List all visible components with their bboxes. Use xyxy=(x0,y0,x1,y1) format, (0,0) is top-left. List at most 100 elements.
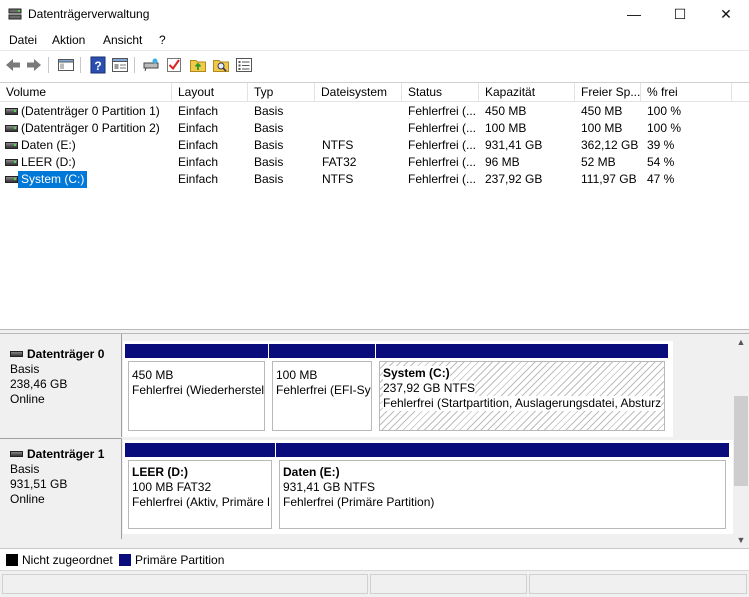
partition-body-selected: System (C:) 237,92 GB NTFS Fehlerfrei (S… xyxy=(379,361,665,431)
properties-icon[interactable] xyxy=(111,56,129,74)
volume-name: (Datenträger 0 Partition 1) xyxy=(21,104,160,118)
toolbar-separator xyxy=(134,57,135,73)
partition-body: LEER (D:) 100 MB FAT32 Fehlerfrei (Aktiv… xyxy=(128,460,272,529)
partition-size: 450 MB xyxy=(132,368,174,382)
partition-efi[interactable]: 100 MB Fehlerfrei (EFI-Sys xyxy=(269,344,375,434)
volume-name: (Datenträger 0 Partition 2) xyxy=(21,121,160,135)
partition-name: Daten (E:) xyxy=(283,465,340,479)
partition-status: Fehlerfrei (Primäre Partition) xyxy=(283,495,435,509)
help-icon[interactable]: ? xyxy=(89,56,107,74)
volume-fs: FAT32 xyxy=(322,155,357,169)
minimize-icon: — xyxy=(627,6,641,22)
partition-bar xyxy=(269,344,375,358)
volume-typ: Basis xyxy=(254,104,284,118)
column-dateisystem[interactable]: Dateisystem xyxy=(315,83,402,102)
volume-capacity: 237,92 GB xyxy=(485,172,543,186)
maximize-button[interactable]: ☐ xyxy=(657,0,703,30)
maximize-icon: ☐ xyxy=(673,6,687,22)
toolbar: ? xyxy=(0,50,749,80)
volume-fs: NTFS xyxy=(322,172,354,186)
partition-name: LEER (D:) xyxy=(132,465,188,479)
partition-daten-e[interactable]: Daten (E:) 931,41 GB NTFS Fehlerfrei (Pr… xyxy=(276,443,729,532)
partition-leer-d[interactable]: LEER (D:) 100 MB FAT32 Fehlerfrei (Aktiv… xyxy=(125,443,275,532)
partition-size: 931,41 GB NTFS xyxy=(283,480,376,494)
column-typ[interactable]: Typ xyxy=(248,83,315,102)
menu-ansicht[interactable]: Ansicht xyxy=(103,33,142,47)
volume-fs: NTFS xyxy=(322,138,354,152)
connect-icon[interactable] xyxy=(142,56,160,74)
column-status[interactable]: Status xyxy=(402,83,479,102)
volume-percent-free: 39 % xyxy=(647,138,675,152)
status-segment xyxy=(2,574,368,594)
volume-icon xyxy=(5,159,18,166)
volume-layout: Einfach xyxy=(178,121,219,135)
console-tree-icon[interactable] xyxy=(57,56,75,74)
forward-icon[interactable] xyxy=(25,56,43,74)
disk-type: Basis xyxy=(10,462,40,476)
menu-bar: Datei Aktion Ansicht ? xyxy=(0,30,749,50)
partition-status: Fehlerfrei (Startpartition, Auslagerungs… xyxy=(383,396,662,411)
column-prozent-frei[interactable]: % frei xyxy=(641,83,732,102)
list-view-icon[interactable] xyxy=(235,56,253,74)
volume-status: Fehlerfrei (... xyxy=(408,138,477,152)
disk-icon xyxy=(10,451,23,457)
volume-percent-free: 100 % xyxy=(647,104,682,118)
partition-bar xyxy=(276,443,729,457)
disk-name: Datenträger 1 xyxy=(27,447,105,461)
column-freier-speicher[interactable]: Freier Sp... xyxy=(575,83,641,102)
partition-status: Fehlerfrei (Wiederherstel xyxy=(132,383,265,397)
status-segment xyxy=(529,574,747,594)
column-kapazitaet[interactable]: Kapazität xyxy=(479,83,575,102)
volume-layout: Einfach xyxy=(178,155,219,169)
volume-list-header: Volume Layout Typ Dateisystem Status Kap… xyxy=(0,83,749,102)
disk-view-scrollbar[interactable]: ▲ ▼ xyxy=(733,334,749,548)
disk-0-label[interactable]: Datenträger 0 Basis 238,46 GB Online xyxy=(0,334,122,437)
scroll-up-icon[interactable]: ▲ xyxy=(733,334,749,350)
close-button[interactable]: ✕ xyxy=(703,0,749,30)
disk-size: 238,46 GB xyxy=(10,377,68,391)
disk-management-app-icon xyxy=(8,8,22,20)
volume-layout: Einfach xyxy=(178,138,219,152)
search-folder-icon[interactable] xyxy=(212,56,230,74)
check-icon[interactable] xyxy=(165,56,183,74)
volume-row[interactable]: Daten (E:) Einfach Basis NTFS Fehlerfrei… xyxy=(0,137,749,154)
partition-recovery[interactable]: 450 MB Fehlerfrei (Wiederherstel xyxy=(125,344,268,434)
volume-typ: Basis xyxy=(254,155,284,169)
legend: Nicht zugeordnet Primäre Partition xyxy=(0,548,749,570)
scroll-thumb[interactable] xyxy=(734,396,748,486)
menu-aktion[interactable]: Aktion xyxy=(52,33,85,47)
legend-swatch-unallocated xyxy=(6,554,18,566)
volume-row[interactable]: (Datenträger 0 Partition 1) Einfach Basi… xyxy=(0,103,749,120)
menu-help[interactable]: ? xyxy=(159,33,166,47)
back-icon[interactable] xyxy=(4,56,22,74)
disk-0-partitions: 450 MB Fehlerfrei (Wiederherstel 100 MB … xyxy=(123,341,673,437)
partition-size: 237,92 GB NTFS xyxy=(383,381,476,396)
volume-free: 362,12 GB xyxy=(581,138,639,152)
partition-system-c[interactable]: System (C:) 237,92 GB NTFS Fehlerfrei (S… xyxy=(376,344,668,434)
volume-list: Volume Layout Typ Dateisystem Status Kap… xyxy=(0,82,749,329)
volume-status: Fehlerfrei (... xyxy=(408,104,477,118)
scroll-down-icon[interactable]: ▼ xyxy=(733,532,749,548)
volume-row[interactable]: LEER (D:) Einfach Basis FAT32 Fehlerfrei… xyxy=(0,154,749,171)
disk-graphic-view: Datenträger 0 Basis 238,46 GB Online 450… xyxy=(0,334,733,548)
volume-name: System (C:) xyxy=(18,171,88,188)
volume-typ: Basis xyxy=(254,172,284,186)
column-volume[interactable]: Volume xyxy=(0,83,172,102)
partition-body: 450 MB Fehlerfrei (Wiederherstel xyxy=(128,361,265,431)
disk-size: 931,51 GB xyxy=(10,477,68,491)
title-bar: Datenträgerverwaltung — ☐ ✕ xyxy=(0,0,749,30)
menu-datei[interactable]: Datei xyxy=(9,33,37,47)
partition-size: 100 MB xyxy=(276,368,318,382)
column-layout[interactable]: Layout xyxy=(172,83,248,102)
volume-capacity: 96 MB xyxy=(485,155,520,169)
partition-bar xyxy=(125,443,275,457)
volume-row[interactable]: (Datenträger 0 Partition 2) Einfach Basi… xyxy=(0,120,749,137)
minimize-button[interactable]: — xyxy=(611,0,657,30)
folder-up-icon[interactable] xyxy=(189,56,207,74)
volume-row-selected[interactable]: System (C:) Einfach Basis NTFS Fehlerfre… xyxy=(0,171,749,188)
disk-1-label[interactable]: Datenträger 1 Basis 931,51 GB Online xyxy=(0,438,122,539)
volume-free: 111,97 GB xyxy=(581,172,637,186)
volume-icon xyxy=(5,142,18,149)
svg-text:?: ? xyxy=(94,59,101,73)
volume-percent-free: 100 % xyxy=(647,121,682,135)
